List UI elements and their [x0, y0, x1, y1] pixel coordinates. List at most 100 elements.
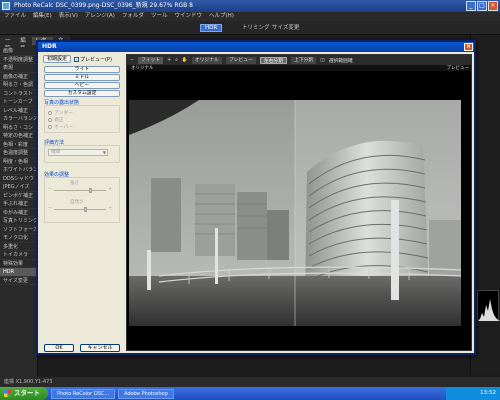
menu-window[interactable]: ウインドウ [174, 12, 202, 21]
app-title: Photo ReCalc DSC_0399.png-DSC_0396_新規 29… [14, 2, 193, 9]
toolbar-trimming-button[interactable]: トリミング [242, 24, 270, 32]
mode-preview-button[interactable]: プレビュー [225, 56, 256, 64]
fit-dropdown[interactable]: フィット [138, 56, 164, 64]
radio-dot-icon [48, 124, 52, 129]
hdr-dialog: HDR × 初期設定 ✓ プレビュー(P) ライト ミドル ヘビー カスタム設定… [36, 40, 476, 355]
left-panel-item[interactable]: ゆがみ補正 [0, 209, 37, 217]
left-panel-item[interactable]: 写真トリミング [0, 217, 37, 226]
reset-defaults-button[interactable]: 初期設定 [43, 55, 72, 63]
app-icon [2, 2, 10, 10]
menu-help[interactable]: ヘルプ(H) [209, 12, 234, 21]
preset-heavy-button[interactable]: ヘビー [44, 82, 120, 89]
slider-track [54, 190, 106, 191]
tab-edit[interactable]: 編集 [17, 37, 30, 52]
dropdown-arrow-icon: ▼ [102, 150, 106, 155]
preset-middle-button[interactable]: ミドル [44, 74, 120, 81]
left-panel-item[interactable]: レベル補正 [0, 107, 37, 115]
radio-proper[interactable]: 適正 [48, 116, 64, 123]
left-panel-item[interactable]: 特定の色補正 [0, 132, 37, 141]
main-toolbar: HDR トリミング サイズ変更 [0, 21, 500, 35]
left-panel-item[interactable]: 画像の補正 [0, 73, 37, 81]
left-panel-item[interactable]: 画像 [0, 47, 37, 56]
left-panel-item[interactable]: ソフトフォーカス [0, 226, 37, 234]
left-panel-item[interactable]: 手ぶれ補正 [0, 200, 37, 209]
naturalness-slider-thumb[interactable] [84, 207, 87, 212]
zoom-in-button[interactable]: + [167, 58, 171, 63]
left-panel-item[interactable]: ホワイトバランス [0, 166, 37, 175]
slider-max-icon: + [108, 206, 112, 211]
preview-checkbox[interactable]: ✓ プレビュー(P) [74, 56, 112, 63]
hdr-button-label: HDR [200, 24, 223, 32]
menu-file[interactable]: ファイル [4, 12, 26, 21]
left-panel-item[interactable]: コントラスト [0, 90, 37, 98]
start-button[interactable]: スタート [0, 387, 48, 400]
minimize-button[interactable]: _ [466, 1, 476, 11]
left-panel-item[interactable]: DDSシャドウ [0, 175, 37, 183]
strength-slider-thumb[interactable] [89, 188, 92, 193]
left-panel-item[interactable]: HDR [0, 268, 37, 277]
left-panel-item[interactable]: カラーバランス [0, 115, 37, 124]
system-tray: 13:52 [446, 387, 500, 400]
cancel-button[interactable]: キャンセル [80, 344, 120, 352]
mode-split-tb-button[interactable]: 上下分割 [291, 56, 317, 64]
dialog-close-button[interactable]: × [464, 43, 473, 51]
mode-original-button[interactable]: オリジナル [191, 56, 222, 64]
left-panel-item[interactable]: トーンカーブ [0, 98, 37, 107]
toolbar-resize-button[interactable]: サイズ変更 [272, 24, 299, 32]
hdr-preview-image[interactable] [129, 100, 461, 326]
label-preview: プレビュー [446, 66, 470, 71]
eval-method-value: 標準 [51, 150, 61, 155]
dialog-titlebar: HDR × [38, 42, 474, 52]
left-panel-item[interactable]: JPEGノイズ [0, 183, 37, 192]
left-panel-item[interactable]: 多重化 [0, 243, 37, 251]
menu-view[interactable]: 表示(V) [59, 12, 78, 21]
menu-folder[interactable]: フォルダ [122, 12, 144, 21]
slider-min-icon: − [48, 206, 52, 211]
menu-tools[interactable]: ツール [151, 12, 168, 21]
left-panel-item[interactable]: 色温度調整 [0, 149, 37, 158]
windows-taskbar: スタート Photo ReColor DSC... Adobe Photosho… [0, 387, 500, 400]
select-area-button[interactable]: 選択範囲確 [329, 57, 353, 64]
close-window-button[interactable]: × [488, 1, 498, 11]
histogram-graph [478, 299, 500, 321]
strength-slider-label: 強さ [70, 181, 79, 186]
left-panel-item[interactable]: 明るさ・コン [0, 124, 37, 132]
hdr-settings-panel: 初期設定 ✓ プレビュー(P) ライト ミドル ヘビー カスタム設定 写真の露出… [40, 53, 122, 353]
preview-toolbar: − フィット + ⌕ ✋ オリジナル プレビュー 左右分割 上下分割 ◫ 選択範… [127, 55, 471, 65]
magnifier-icon[interactable]: ⌕ [175, 57, 178, 63]
radio-under[interactable]: アンダー [48, 109, 73, 116]
menu-arrange[interactable]: アレンジ(A) [85, 12, 115, 21]
eval-method-dropdown[interactable]: 標準 ▼ [48, 149, 108, 156]
left-panel-item[interactable]: トイカメラ [0, 251, 37, 260]
preset-custom-button[interactable]: カスタム設定 [44, 90, 120, 97]
ok-button[interactable]: OK [44, 344, 74, 352]
mode-split-lr-button[interactable]: 左右分割 [259, 56, 288, 64]
hand-icon[interactable]: ✋ [182, 58, 188, 63]
left-panel-item[interactable]: サイズ変更 [0, 277, 37, 285]
radio-under-label: アンダー [54, 111, 73, 116]
left-panel-item[interactable]: 不透明度調整 [0, 56, 37, 64]
left-panel-item[interactable]: 明度・色相 [0, 158, 37, 166]
left-panel-item[interactable]: 明るさ・色調 [0, 81, 37, 90]
preview-labels: オリジナル プレビュー [127, 65, 471, 71]
left-panel-item[interactable]: 特殊効果 [0, 260, 37, 268]
left-panel-item[interactable]: モノクロ化 [0, 234, 37, 243]
taskbar-item-photo-recolor[interactable]: Photo ReColor DSC... [51, 388, 116, 399]
menu-edit[interactable]: 編集(E) [33, 12, 52, 21]
preset-light-button[interactable]: ライト [44, 66, 120, 73]
left-panel-item[interactable]: 色相・彩度 [0, 141, 37, 149]
toolbar-hdr-button[interactable]: HDR [200, 24, 223, 32]
strength-slider[interactable]: − + [48, 187, 112, 193]
zoom-out-button[interactable]: − [130, 58, 134, 63]
radio-over[interactable]: オーバー [48, 123, 73, 130]
tab-list[interactable]: 一覧 [2, 37, 15, 52]
radio-over-label: オーバー [54, 125, 74, 130]
taskbar-item-photoshop[interactable]: Adobe Photoshop [118, 388, 174, 399]
naturalness-slider[interactable]: − + [48, 206, 112, 212]
settings-top-row: 初期設定 ✓ プレビュー(P) [43, 55, 112, 63]
split-view-icon[interactable]: ◫ [320, 58, 325, 63]
left-panel-item[interactable]: 表現 [0, 64, 37, 73]
maximize-button[interactable]: □ [477, 1, 487, 11]
left-panel-item[interactable]: ピンボケ補正 [0, 192, 37, 200]
clock: 13:52 [480, 390, 496, 396]
